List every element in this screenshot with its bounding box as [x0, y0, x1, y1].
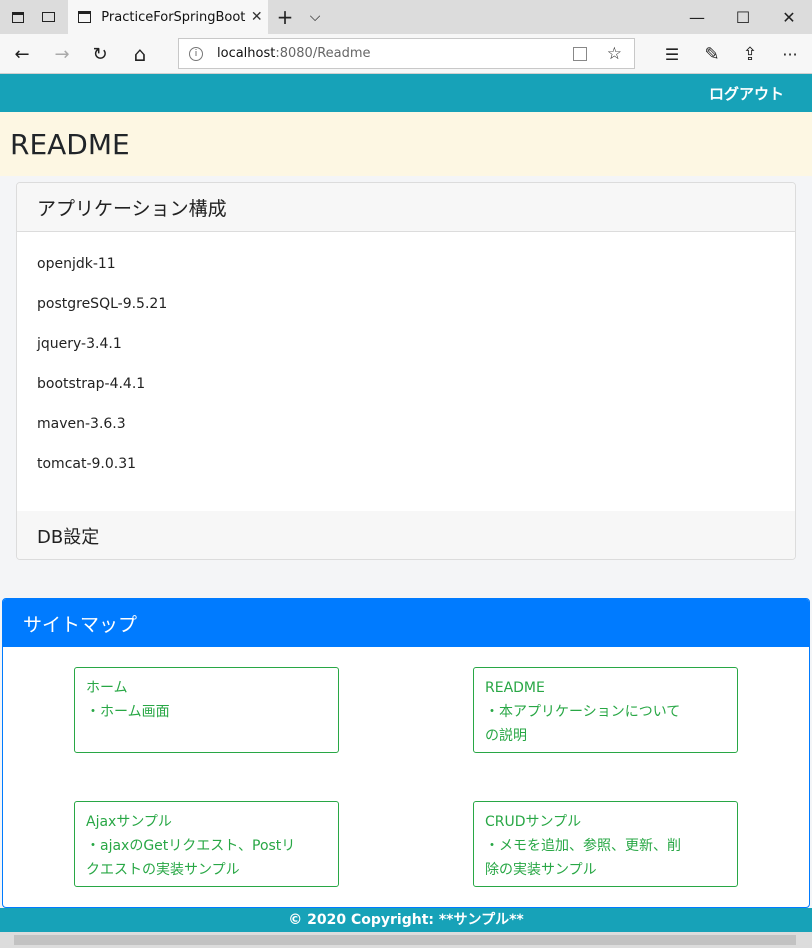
- box-title: Ajaxサンプル: [86, 814, 172, 830]
- app-config-body: openjdk-11 postgreSQL-9.5.21 jquery-3.4.…: [17, 232, 795, 511]
- list-item: openjdk-11: [37, 256, 116, 272]
- box-title: CRUDサンプル: [485, 814, 582, 830]
- minimize-icon[interactable]: —: [674, 0, 720, 34]
- list-item: postgreSQL-9.5.21: [37, 296, 168, 312]
- box-desc: ・本アプリケーションについて: [485, 704, 681, 720]
- tab-bar: PracticeForSpringBoot ✕ + ⌵ — ☐ ✕: [0, 0, 812, 34]
- browser-window: PracticeForSpringBoot ✕ + ⌵ — ☐ ✕ ← → ↻ …: [0, 0, 812, 948]
- tab-actions-icon[interactable]: [6, 0, 30, 34]
- box-desc: ・メモを追加、参照、更新、削: [485, 838, 681, 854]
- sitemap-link-ajax[interactable]: Ajaxサンプル ・ajaxのGetリクエスト、Postリ クエストの実装サンプ…: [74, 801, 339, 887]
- url-field[interactable]: i localhost:8080/Readme ☆: [178, 38, 635, 69]
- box-desc: ・ホーム画面: [86, 704, 170, 720]
- horizontal-scrollbar[interactable]: [0, 932, 812, 948]
- top-navbar: ログアウト: [0, 74, 812, 112]
- sitemap-link-crud[interactable]: CRUDサンプル ・メモを追加、参照、更新、削 除の実装サンプル: [473, 801, 738, 887]
- box-desc: 除の実装サンプル: [485, 862, 597, 878]
- pen-icon[interactable]: ✎: [694, 34, 730, 74]
- back-arrow-icon[interactable]: ←: [4, 34, 40, 74]
- close-window-icon[interactable]: ✕: [766, 0, 812, 34]
- db-settings-header[interactable]: DB設定: [17, 511, 795, 559]
- sitemap-title: サイトマップ: [3, 599, 809, 647]
- page-favicon-icon: [78, 11, 92, 23]
- app-config-card: アプリケーション構成 openjdk-11 postgreSQL-9.5.21 …: [16, 182, 796, 560]
- sitemap-link-readme[interactable]: README ・本アプリケーションについて の説明: [473, 667, 738, 753]
- footer: © 2020 Copyright: **サンプル**: [0, 908, 812, 932]
- forward-arrow-icon[interactable]: →: [44, 34, 80, 74]
- home-icon[interactable]: ⌂: [122, 34, 158, 74]
- page-content: ログアウト README アプリケーション構成 openjdk-11 postg…: [0, 74, 812, 948]
- box-desc: の説明: [485, 728, 527, 744]
- page-title: README: [10, 127, 130, 161]
- app-config-header[interactable]: アプリケーション構成: [17, 183, 795, 232]
- box-title: ホーム: [86, 680, 128, 696]
- box-desc: ・ajaxのGetリクエスト、Postリ: [86, 838, 296, 854]
- box-title: README: [485, 680, 545, 696]
- favorites-list-icon[interactable]: ☰: [654, 34, 690, 74]
- more-icon[interactable]: ···: [772, 34, 808, 74]
- tab-list-chevron-icon[interactable]: ⌵: [304, 0, 326, 34]
- list-item: jquery-3.4.1: [37, 336, 122, 352]
- set-aside-tabs-icon[interactable]: [36, 0, 60, 34]
- list-item: tomcat-9.0.31: [37, 456, 137, 472]
- tab-title: PracticeForSpringBoot: [101, 9, 246, 25]
- favorite-star-icon[interactable]: ☆: [607, 44, 622, 64]
- list-item: maven-3.6.3: [37, 416, 126, 432]
- jumbotron: README: [0, 112, 812, 176]
- logout-link[interactable]: ログアウト: [709, 83, 784, 104]
- active-tab[interactable]: PracticeForSpringBoot ✕: [68, 0, 268, 34]
- share-icon[interactable]: ⇪: [732, 34, 768, 74]
- sitemap-link-home[interactable]: ホーム ・ホーム画面: [74, 667, 339, 753]
- maximize-icon[interactable]: ☐: [720, 0, 766, 34]
- list-item: bootstrap-4.4.1: [37, 376, 146, 392]
- site-info-icon[interactable]: i: [189, 46, 203, 61]
- tab-close-icon[interactable]: ✕: [245, 9, 268, 25]
- new-tab-icon[interactable]: +: [274, 0, 296, 34]
- reading-view-icon[interactable]: [572, 46, 587, 61]
- address-toolbar: ← → ↻ ⌂ i localhost:8080/Readme ☆ ☰ ✎ ⇪ …: [0, 34, 812, 74]
- sitemap-card: サイトマップ ホーム ・ホーム画面 README ・本アプリケーションについて …: [2, 598, 810, 908]
- url-text: localhost:8080/Readme: [217, 46, 371, 61]
- box-desc: クエストの実装サンプル: [86, 862, 240, 878]
- refresh-icon[interactable]: ↻: [82, 34, 118, 74]
- scrollbar-thumb[interactable]: [14, 935, 796, 945]
